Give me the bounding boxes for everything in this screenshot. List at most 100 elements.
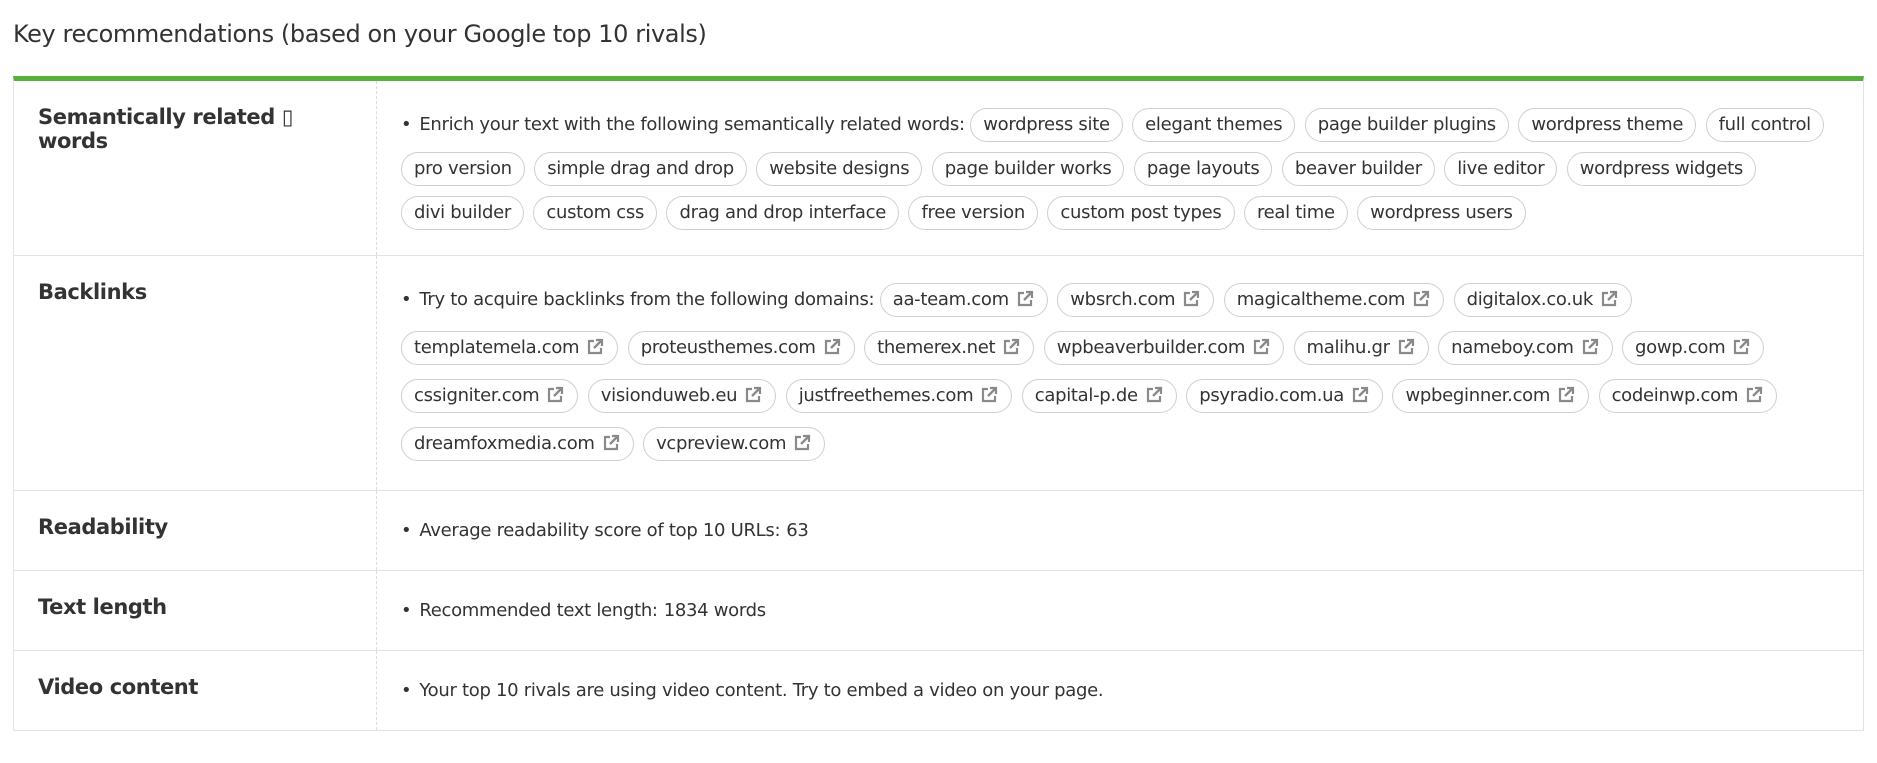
row-readability: Readability • Average readability score o… bbox=[14, 491, 1863, 571]
domain-label: capital-p.de bbox=[1034, 385, 1138, 406]
video-text: Your top 10 rivals are using video conte… bbox=[419, 680, 1104, 701]
bullet: • bbox=[401, 114, 412, 135]
backlink-domain-link[interactable]: wpbeginner.com bbox=[1392, 379, 1590, 413]
backlink-domain-link[interactable]: wbsrch.com bbox=[1057, 283, 1215, 317]
semantic-word-pill: free version bbox=[908, 196, 1038, 230]
row-content: • Enrich your text with the following sem… bbox=[377, 81, 1863, 255]
semantic-text: Enrich your text with the following sema… bbox=[419, 114, 965, 135]
external-link-icon bbox=[1251, 336, 1271, 356]
text-length-value: 1834 words bbox=[663, 600, 766, 621]
semantic-word-pill: wordpress theme bbox=[1518, 108, 1697, 142]
semantic-word-pill: simple drag and drop bbox=[534, 152, 747, 186]
domain-label: themerex.net bbox=[877, 337, 996, 358]
row-label: Readability bbox=[14, 491, 377, 570]
backlink-domain-link[interactable]: templatemela.com bbox=[401, 331, 619, 365]
bullet: • bbox=[401, 289, 412, 310]
row-backlinks: Backlinks • Try to acquire backlinks from… bbox=[14, 256, 1863, 491]
domain-label: codeinwp.com bbox=[1611, 385, 1739, 406]
domain-label: nameboy.com bbox=[1451, 337, 1574, 358]
backlink-domain-link[interactable]: aa-team.com bbox=[879, 283, 1048, 317]
external-link-icon bbox=[1731, 336, 1751, 356]
domain-label: digitalox.co.uk bbox=[1466, 289, 1594, 310]
external-link-icon bbox=[792, 432, 812, 452]
backlink-domain-link[interactable]: themerex.net bbox=[864, 331, 1035, 365]
semantic-word-pill: live editor bbox=[1444, 152, 1558, 186]
row-label: Text length bbox=[14, 571, 377, 650]
backlink-domain-link[interactable]: magicaltheme.com bbox=[1223, 283, 1445, 317]
backlink-domain-link[interactable]: psyradio.com.ua bbox=[1186, 379, 1384, 413]
semantic-word-pill: real time bbox=[1243, 196, 1348, 230]
backlink-domain-link[interactable]: wpbeaverbuilder.com bbox=[1043, 331, 1285, 365]
bullet: • bbox=[401, 680, 412, 701]
backlink-domain-link[interactable]: visionduweb.eu bbox=[587, 379, 777, 413]
external-link-icon bbox=[1396, 336, 1416, 356]
semantic-word-pill: pro version bbox=[401, 152, 525, 186]
backlink-domain-link[interactable]: cssigniter.com bbox=[401, 379, 579, 413]
page-title: Key recommendations (based on your Googl… bbox=[13, 20, 707, 48]
backlink-domain-link[interactable]: vcpreview.com bbox=[643, 427, 826, 461]
semantic-word-pill: wordpress site bbox=[970, 108, 1123, 142]
domain-label: proteusthemes.com bbox=[640, 337, 816, 358]
domain-label: magicaltheme.com bbox=[1236, 289, 1406, 310]
semantic-word-pill: wordpress widgets bbox=[1566, 152, 1756, 186]
backlink-domain-link[interactable]: justfreethemes.com bbox=[785, 379, 1013, 413]
domain-label: justfreethemes.com bbox=[798, 385, 974, 406]
external-link-icon bbox=[979, 384, 999, 404]
external-link-icon bbox=[1350, 384, 1370, 404]
semantic-word-pill: page builder plugins bbox=[1304, 108, 1509, 142]
backlink-domain-link[interactable]: malihu.gr bbox=[1293, 331, 1429, 365]
external-link-icon bbox=[822, 336, 842, 356]
semantic-word-pill: drag and drop interface bbox=[666, 196, 900, 230]
external-link-icon bbox=[1580, 336, 1600, 356]
backlink-domain-list: aa-team.com wbsrch.com magicaltheme.com … bbox=[401, 283, 1781, 461]
bullet: • bbox=[401, 600, 412, 621]
backlinks-text: Try to acquire backlinks from the follow… bbox=[419, 289, 875, 310]
external-link-icon bbox=[545, 384, 565, 404]
row-text-length: Text length • Recommended text length: 183… bbox=[14, 571, 1863, 651]
row-semantic: Semantically related ▯ words • Enrich you… bbox=[14, 81, 1863, 256]
row-content: • Recommended text length: 1834 words bbox=[377, 571, 1863, 650]
domain-label: vcpreview.com bbox=[656, 433, 787, 454]
domain-label: visionduweb.eu bbox=[600, 385, 738, 406]
backlink-domain-link[interactable]: digitalox.co.uk bbox=[1453, 283, 1632, 317]
backlink-domain-link[interactable]: gowp.com bbox=[1622, 331, 1765, 365]
external-link-icon bbox=[1556, 384, 1576, 404]
row-video: Video content • Your top 10 rivals are us… bbox=[14, 651, 1863, 731]
external-link-icon bbox=[1181, 288, 1201, 308]
external-link-icon bbox=[1599, 288, 1619, 308]
external-link-icon bbox=[1015, 288, 1035, 308]
semantic-word-pill: divi builder bbox=[401, 196, 524, 230]
row-content: • Your top 10 rivals are using video cont… bbox=[377, 651, 1863, 730]
domain-label: aa-team.com bbox=[892, 289, 1009, 310]
external-link-icon bbox=[1144, 384, 1164, 404]
external-link-icon bbox=[1001, 336, 1021, 356]
domain-label: wpbeginner.com bbox=[1405, 385, 1551, 406]
external-link-icon bbox=[743, 384, 763, 404]
semantic-word-pill: page layouts bbox=[1133, 152, 1273, 186]
domain-label: dreamfoxmedia.com bbox=[414, 433, 595, 454]
backlink-domain-link[interactable]: nameboy.com bbox=[1438, 331, 1613, 365]
semantic-word-pill: custom css bbox=[533, 196, 658, 230]
row-content: • Average readability score of top 10 URL… bbox=[377, 491, 1863, 570]
semantic-word-pill: wordpress users bbox=[1357, 196, 1526, 230]
domain-label: malihu.gr bbox=[1306, 337, 1391, 358]
backlink-domain-link[interactable]: capital-p.de bbox=[1021, 379, 1177, 413]
backlink-domain-link[interactable]: proteusthemes.com bbox=[627, 331, 855, 365]
semantic-word-pill: website designs bbox=[756, 152, 923, 186]
readability-score: 63 bbox=[786, 520, 809, 541]
semantic-word-pill: full control bbox=[1705, 108, 1824, 142]
semantic-word-pill: beaver builder bbox=[1281, 152, 1435, 186]
semantic-word-pill: custom post types bbox=[1047, 196, 1235, 230]
row-content: • Try to acquire backlinks from the follo… bbox=[377, 256, 1863, 490]
external-link-icon bbox=[1744, 384, 1764, 404]
domain-label: wpbeaverbuilder.com bbox=[1056, 337, 1246, 358]
domain-label: templatemela.com bbox=[414, 337, 580, 358]
external-link-icon bbox=[585, 336, 605, 356]
backlink-domain-link[interactable]: codeinwp.com bbox=[1598, 379, 1778, 413]
domain-label: cssigniter.com bbox=[414, 385, 540, 406]
backlink-domain-link[interactable]: dreamfoxmedia.com bbox=[401, 427, 634, 461]
domain-label: wbsrch.com bbox=[1070, 289, 1176, 310]
recommendations-table: Semantically related ▯ words • Enrich you… bbox=[13, 76, 1864, 731]
row-label: Video content bbox=[14, 651, 377, 730]
external-link-icon bbox=[1411, 288, 1431, 308]
